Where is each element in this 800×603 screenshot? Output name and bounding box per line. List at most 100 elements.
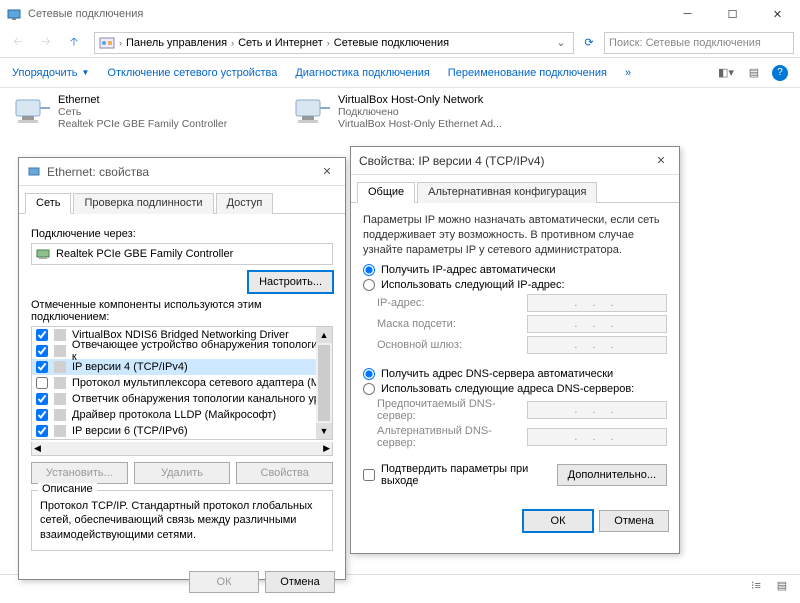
scroll-thumb[interactable]	[318, 345, 330, 421]
breadcrumb-part[interactable]: Сетевые подключения	[334, 37, 449, 49]
component-label: Протокол мультиплексора сетевого адаптер…	[72, 377, 326, 389]
dns1-label: Предпочитаемый DNS-сервер:	[377, 398, 519, 422]
view-icons-button[interactable]: ◧▾	[716, 63, 736, 83]
confirm-checkbox-row[interactable]: Подтвердить параметры при выходе	[363, 463, 549, 487]
component-item[interactable]: Драйвер протокола LLDP (Майкрософт)	[32, 407, 332, 423]
component-checkbox[interactable]	[36, 409, 48, 421]
radio-dns-manual[interactable]: Использовать следующие адреса DNS-сервер…	[363, 383, 667, 395]
hscroll-left-icon[interactable]: ◀	[34, 443, 41, 454]
ok-button[interactable]: ОК	[189, 571, 259, 593]
advanced-button[interactable]: Дополнительно...	[557, 464, 667, 486]
connection-status: Подключено	[338, 106, 502, 118]
component-item[interactable]: Ответчик обнаружения топологии канальног…	[32, 391, 332, 407]
component-icon	[54, 425, 66, 437]
forward-button[interactable]: 🡢	[34, 31, 58, 55]
tab-network[interactable]: Сеть	[25, 193, 71, 214]
component-icon	[54, 329, 66, 341]
breadcrumb-part[interactable]: Панель управления	[126, 37, 227, 49]
hscroll-right-icon[interactable]: ▶	[323, 443, 330, 454]
radio-label: Использовать следующие адреса DNS-сервер…	[381, 383, 634, 395]
gateway-input: . . .	[527, 336, 667, 354]
radio-dns-auto[interactable]: Получить адрес DNS-сервера автоматически	[363, 368, 667, 380]
component-checkbox[interactable]	[36, 345, 48, 357]
tab-access[interactable]: Доступ	[216, 193, 274, 214]
connection-ethernet[interactable]: Ethernet Сеть Realtek PCIe GBE Family Co…	[12, 94, 272, 130]
component-checkbox[interactable]	[36, 377, 48, 389]
component-checkbox[interactable]	[36, 393, 48, 405]
minimize-button[interactable]: ─	[665, 0, 710, 28]
help-button[interactable]: ?	[772, 65, 788, 81]
radio-input[interactable]	[363, 264, 375, 276]
breadcrumb[interactable]: › Панель управления › Сеть и Интернет › …	[94, 32, 574, 54]
search-input[interactable]: Поиск: Сетевые подключения	[604, 32, 794, 54]
radio-input[interactable]	[363, 279, 375, 291]
confirm-checkbox[interactable]	[363, 469, 375, 481]
diagnose-connection[interactable]: Диагностика подключения	[295, 67, 429, 79]
maximize-button[interactable]: ☐	[710, 0, 755, 28]
cancel-button[interactable]: Отмена	[265, 571, 335, 593]
connection-vbox[interactable]: VirtualBox Host-Only Network Подключено …	[292, 94, 552, 130]
radio-input[interactable]	[363, 368, 375, 380]
ip-input: . . .	[527, 294, 667, 312]
mask-input: . . .	[527, 315, 667, 333]
adapter-combo[interactable]: Realtek PCIe GBE Family Controller	[31, 243, 333, 265]
close-button[interactable]: ✕	[755, 0, 800, 28]
more-commands[interactable]: »	[625, 67, 631, 79]
view-mode-icon[interactable]: ⁝≡	[746, 576, 766, 596]
radio-ip-manual[interactable]: Использовать следующий IP-адрес:	[363, 279, 667, 291]
component-checkbox[interactable]	[36, 361, 48, 373]
components-list: VirtualBox NDIS6 Bridged Networking Driv…	[31, 326, 333, 440]
radio-label: Получить адрес DNS-сервера автоматически	[381, 368, 613, 380]
configure-button[interactable]: Настроить...	[248, 271, 333, 293]
close-icon[interactable]: ✕	[317, 165, 337, 178]
rename-connection[interactable]: Переименование подключения	[448, 67, 607, 79]
connections-list: Ethernet Сеть Realtek PCIe GBE Family Co…	[0, 88, 800, 136]
component-item[interactable]: IP версии 6 (TCP/IPv6)	[32, 423, 332, 439]
remove-button[interactable]: Удалить	[134, 462, 231, 484]
component-icon	[54, 409, 66, 421]
component-checkbox[interactable]	[36, 329, 48, 341]
organize-menu[interactable]: Упорядочить ▼	[12, 67, 89, 79]
up-button[interactable]: 🡡	[62, 31, 86, 55]
component-label: IP версии 4 (TCP/IPv4)	[72, 361, 188, 373]
connection-device: VirtualBox Host-Only Ethernet Ad...	[338, 118, 502, 130]
ip-label: IP-адрес:	[377, 297, 519, 309]
component-checkbox[interactable]	[36, 425, 48, 437]
disable-device[interactable]: Отключение сетевого устройства	[107, 67, 277, 79]
tab-auth[interactable]: Проверка подлинности	[73, 193, 213, 214]
radio-input[interactable]	[363, 383, 375, 395]
breadcrumb-part[interactable]: Сеть и Интернет	[238, 37, 323, 49]
scrollbar[interactable]: ▲ ▼	[316, 327, 332, 439]
back-button[interactable]: 🡠	[6, 31, 30, 55]
ethernet-properties-dialog: Ethernet: свойства ✕ Сеть Проверка подли…	[18, 157, 346, 580]
refresh-button[interactable]: ⟳	[578, 32, 600, 54]
cancel-button[interactable]: Отмена	[599, 510, 669, 532]
dialog-icon	[27, 165, 41, 179]
component-item[interactable]: Отвечающее устройство обнаружения тополо…	[32, 343, 332, 359]
component-icon	[54, 377, 66, 389]
install-button[interactable]: Установить...	[31, 462, 128, 484]
tab-alternate[interactable]: Альтернативная конфигурация	[417, 182, 597, 203]
components-label: Отмеченные компоненты используются этим …	[31, 299, 333, 323]
close-icon[interactable]: ✕	[651, 154, 671, 167]
breadcrumb-dropdown[interactable]: ⌄	[553, 36, 569, 49]
component-icon	[54, 393, 66, 405]
search-placeholder: Поиск: Сетевые подключения	[609, 37, 761, 49]
tab-general[interactable]: Общие	[357, 182, 415, 203]
dialog-title: Ethernet: свойства	[47, 165, 317, 179]
radio-ip-auto[interactable]: Получить IP-адрес автоматически	[363, 264, 667, 276]
scroll-up-icon[interactable]: ▲	[316, 327, 332, 343]
view-mode-icon[interactable]: ▤	[772, 576, 792, 596]
view-details-button[interactable]: ▤	[744, 63, 764, 83]
properties-button[interactable]: Свойства	[236, 462, 333, 484]
ok-button[interactable]: ОК	[523, 510, 593, 532]
command-bar: Упорядочить ▼ Отключение сетевого устрой…	[0, 58, 800, 88]
dns2-input: . . .	[527, 428, 667, 446]
window-title: Сетевые подключения	[28, 8, 665, 20]
scroll-down-icon[interactable]: ▼	[316, 423, 332, 439]
component-item[interactable]: Протокол мультиплексора сетевого адаптер…	[32, 375, 332, 391]
dns1-input: . . .	[527, 401, 667, 419]
connection-name: Ethernet	[58, 94, 227, 106]
control-panel-icon	[99, 36, 115, 50]
ethernet-icon	[12, 94, 52, 130]
